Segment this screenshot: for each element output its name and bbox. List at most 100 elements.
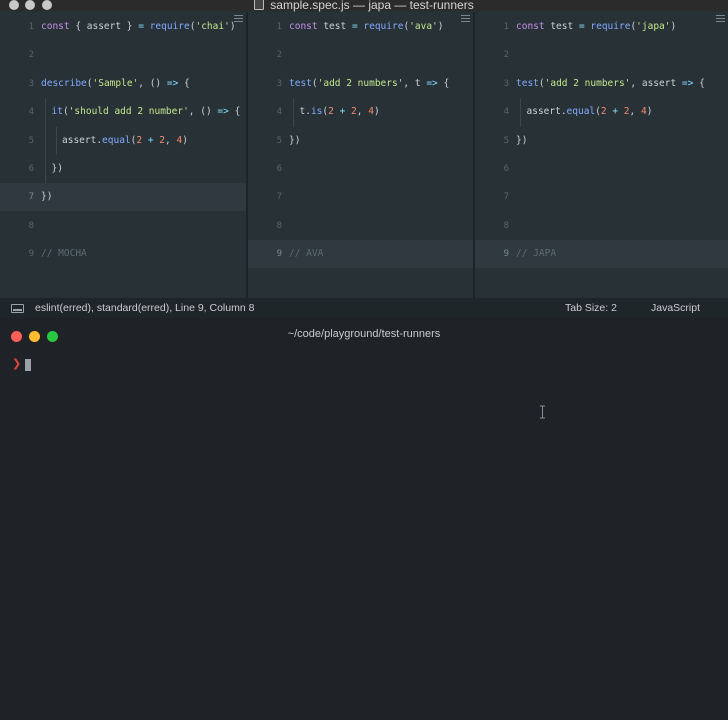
- line-number[interactable]: 4: [248, 98, 282, 126]
- code-line[interactable]: 2: [248, 41, 473, 69]
- line-number[interactable]: 9: [475, 240, 509, 269]
- line-number[interactable]: 7: [475, 183, 509, 211]
- code-line[interactable]: 7: [248, 183, 473, 211]
- code-token: 'should add 2 number': [68, 106, 189, 118]
- code-text[interactable]: describe('Sample', () => {: [41, 70, 190, 98]
- line-number[interactable]: 2: [0, 41, 34, 69]
- code-line[interactable]: 1 const { assert } = require('chai'): [0, 13, 246, 41]
- code-text[interactable]: const test = require('ava'): [289, 13, 444, 41]
- window-title: sample.spec.js — japa — test-runners: [0, 0, 728, 12]
- code-text[interactable]: assert.equal(2 + 2, 4): [62, 127, 188, 155]
- panel-toggle-icon[interactable]: [11, 304, 24, 313]
- code-text[interactable]: const { assert } = require('chai'): [41, 13, 236, 41]
- editor-pane-japa[interactable]: 1 const test = require('japa') 2 3 test('add…: [475, 12, 728, 298]
- code-text[interactable]: test('add 2 numbers', t => {: [289, 70, 449, 98]
- line-number[interactable]: 3: [0, 70, 34, 98]
- code-text[interactable]: // JAPA: [516, 240, 556, 268]
- line-number[interactable]: 7: [0, 183, 34, 212]
- line-number[interactable]: 5: [248, 127, 282, 155]
- code-line[interactable]: 4 assert.equal(2 + 2, 4): [475, 98, 728, 127]
- code-line[interactable]: 9 // JAPA: [475, 240, 728, 269]
- code-line[interactable]: 2: [475, 41, 728, 69]
- code-line[interactable]: 8: [0, 212, 246, 240]
- code-token: { assert }: [75, 21, 139, 32]
- lint-status[interactable]: eslint(erred), standard(erred), Line 9, …: [35, 302, 254, 314]
- line-number[interactable]: 2: [248, 41, 282, 69]
- code-line[interactable]: 9 // MOCHA: [0, 240, 246, 268]
- code-line[interactable]: 5}): [475, 127, 728, 155]
- code-text[interactable]: test('add 2 numbers', assert => {: [516, 70, 705, 98]
- code-line[interactable]: 8: [248, 212, 473, 240]
- indent-guide: [45, 126, 46, 155]
- code-line[interactable]: 4 t.is(2 + 2, 4): [248, 98, 473, 127]
- code-token: ,: [165, 134, 177, 146]
- line-number[interactable]: 8: [475, 212, 509, 240]
- line-number[interactable]: 5: [475, 127, 509, 155]
- line-number[interactable]: 9: [248, 240, 282, 269]
- line-number[interactable]: 4: [475, 98, 509, 126]
- line-number[interactable]: 6: [0, 155, 34, 183]
- line-number[interactable]: 6: [475, 155, 509, 183]
- syntax-indicator[interactable]: JavaScript: [651, 302, 700, 314]
- editor-pane-ava[interactable]: 1 const test = require('ava') 2 3 test('add …: [248, 12, 473, 298]
- line-number[interactable]: 8: [0, 212, 34, 240]
- code-line[interactable]: 2: [0, 41, 246, 69]
- code-token: =: [351, 21, 364, 32]
- code-line[interactable]: 3 test('add 2 numbers', assert => {: [475, 70, 728, 98]
- code-token: =>: [217, 106, 235, 118]
- code-text[interactable]: }): [289, 127, 300, 155]
- line-number[interactable]: 8: [248, 212, 282, 240]
- code-line[interactable]: 6: [248, 155, 473, 183]
- line-number[interactable]: 1: [0, 13, 34, 41]
- code-token: test: [516, 77, 539, 89]
- code-token: ,: [356, 106, 369, 118]
- code-text[interactable]: }): [41, 183, 52, 211]
- line-number[interactable]: 1: [248, 13, 282, 41]
- code-token: ): [670, 21, 677, 32]
- line-number[interactable]: 4: [0, 98, 34, 126]
- code-line[interactable]: 6: [475, 155, 728, 183]
- code-text[interactable]: assert.equal(2 + 2, 4): [527, 98, 653, 126]
- code-token: describe: [41, 77, 87, 89]
- code-line[interactable]: 5}): [248, 127, 473, 155]
- code-token: // MOCHA: [41, 248, 87, 260]
- code-token: +: [606, 106, 624, 118]
- code-line[interactable]: 7: [475, 183, 728, 211]
- indent-guide: [520, 98, 521, 127]
- code-text[interactable]: // AVA: [289, 240, 323, 268]
- code-text[interactable]: // MOCHA: [41, 240, 87, 268]
- code-line[interactable]: 3 test('add 2 numbers', t => {: [248, 70, 473, 98]
- code-line[interactable]: 9 // AVA: [248, 240, 473, 269]
- code-text[interactable]: }): [516, 127, 527, 155]
- code-line[interactable]: 1 const test = require('japa'): [475, 13, 728, 41]
- code-line[interactable]: 4 it('should add 2 number', () => {: [0, 98, 246, 127]
- line-number[interactable]: 9: [0, 240, 34, 268]
- code-line[interactable]: 6}): [0, 155, 246, 184]
- line-number[interactable]: 5: [0, 127, 34, 155]
- tab-size-indicator[interactable]: Tab Size: 2: [565, 302, 617, 314]
- code-text[interactable]: const test = require('japa'): [516, 13, 676, 41]
- code-line[interactable]: 1 const test = require('ava'): [248, 13, 473, 41]
- file-icon: [254, 0, 265, 10]
- code-token: ): [229, 21, 236, 32]
- code-line[interactable]: 8: [475, 212, 728, 240]
- code-text[interactable]: }): [52, 155, 63, 183]
- line-number[interactable]: 1: [475, 13, 509, 41]
- code-text[interactable]: t.is(2 + 2, 4): [300, 98, 380, 126]
- code-line[interactable]: 5 assert.equal(2 + 2, 4): [0, 126, 246, 155]
- code-token: , t: [403, 77, 427, 89]
- line-number[interactable]: 6: [248, 155, 282, 183]
- terminal-window[interactable]: ~/code/playground/test-runners ❯: [0, 318, 728, 720]
- code-token: it: [51, 106, 63, 118]
- code-text[interactable]: it('should add 2 number', () => {: [52, 98, 241, 126]
- editor-pane-mocha[interactable]: 1 const { assert } = require('chai') 2 3 des…: [0, 12, 246, 298]
- code-token: , (): [138, 77, 167, 89]
- code-token: , assert: [630, 77, 682, 89]
- code-line[interactable]: 3 describe('Sample', () => {: [0, 70, 246, 98]
- line-number[interactable]: 7: [248, 183, 282, 211]
- line-number[interactable]: 2: [475, 41, 509, 69]
- line-number[interactable]: 3: [248, 70, 282, 98]
- line-number[interactable]: 3: [475, 70, 509, 98]
- code-line[interactable]: 7}): [0, 183, 246, 212]
- editor-titlebar: sample.spec.js — japa — test-runners: [0, 0, 728, 12]
